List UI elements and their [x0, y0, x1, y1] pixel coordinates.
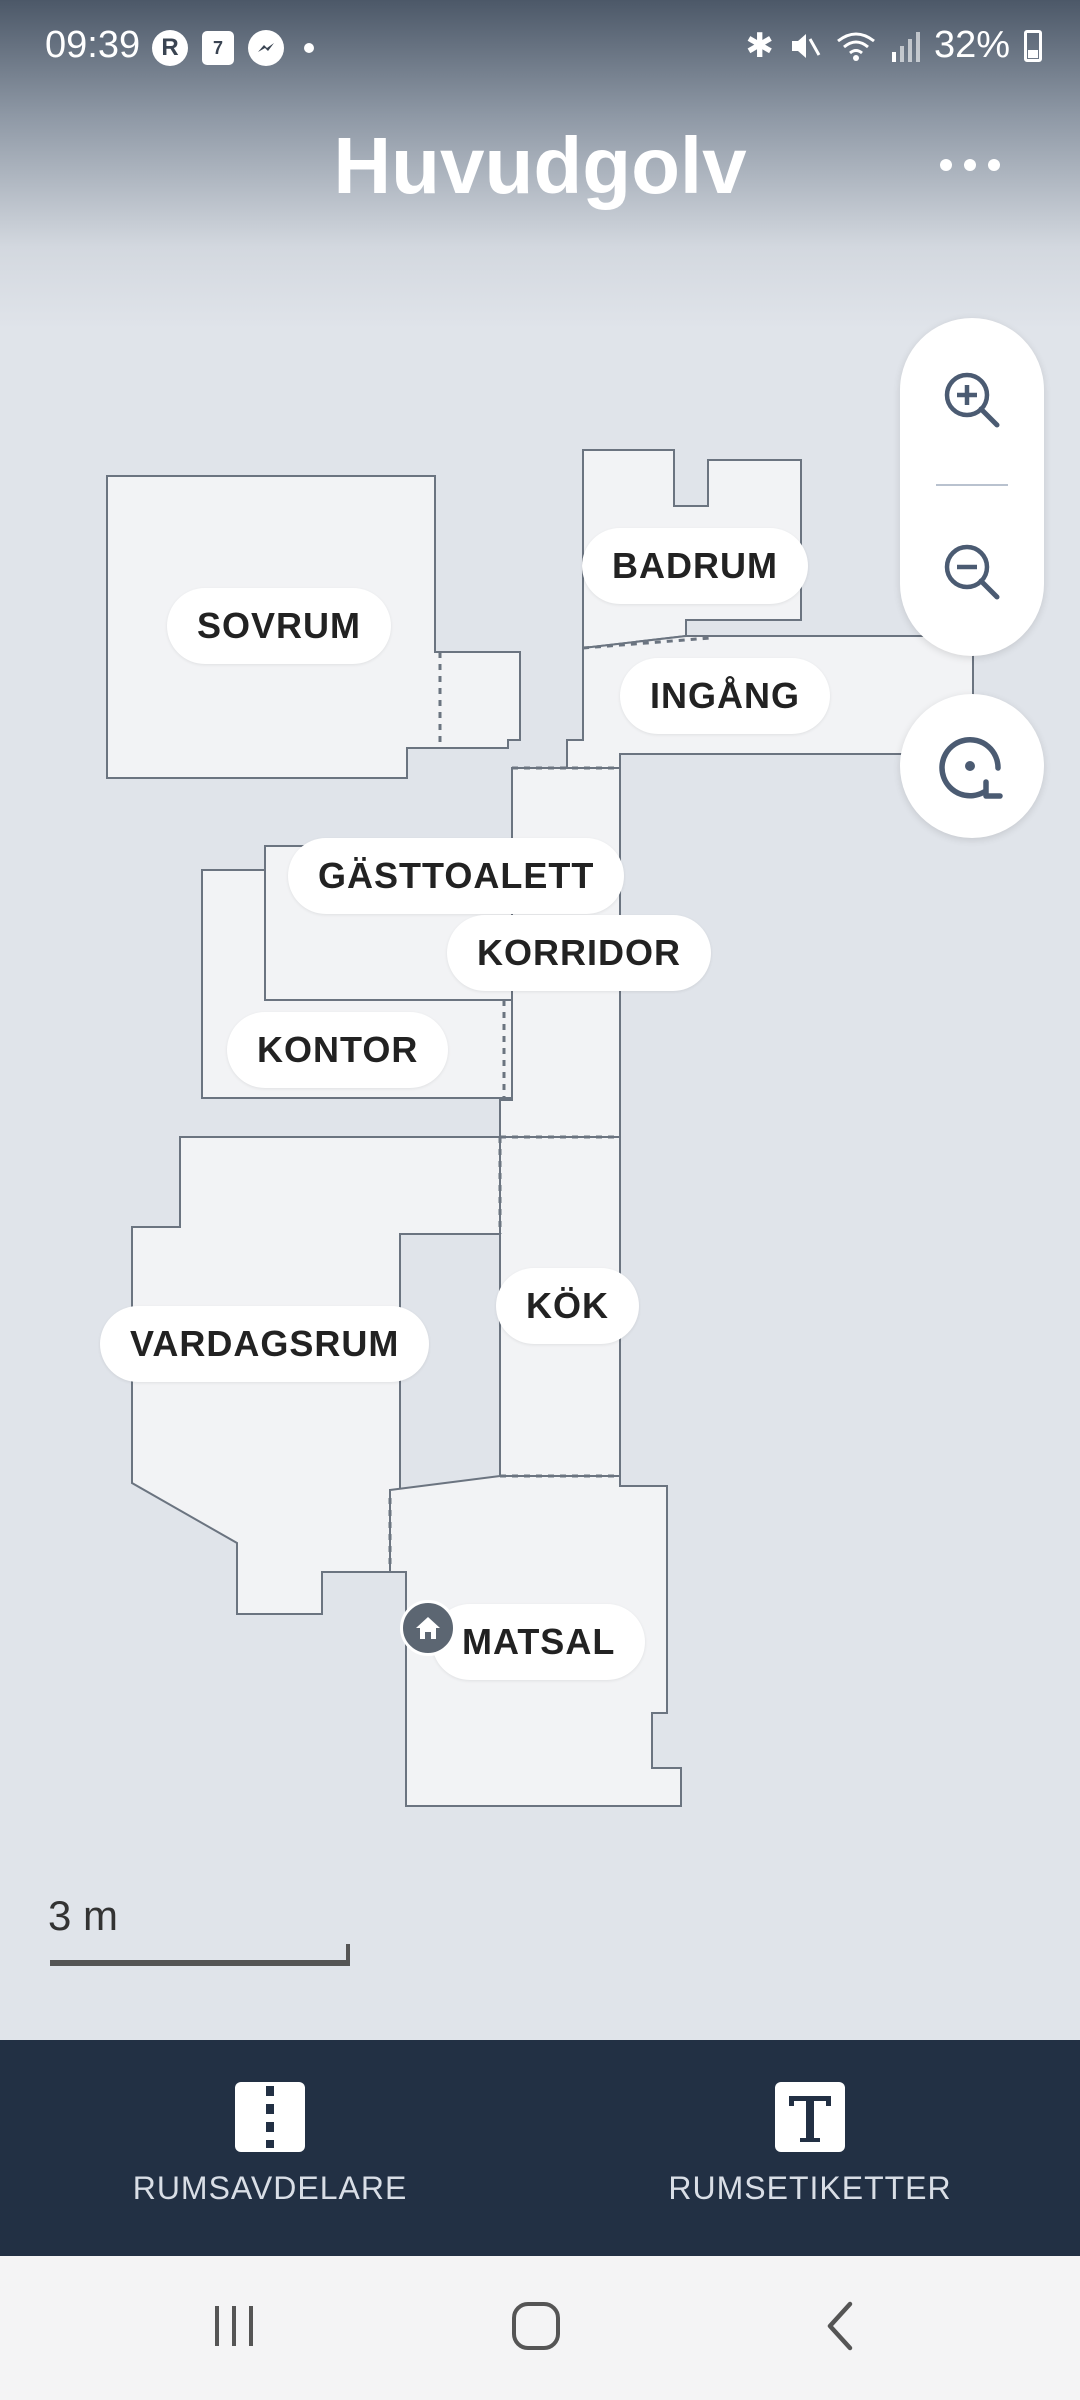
room-divider-icon: [235, 2082, 305, 2152]
scale-bar: [50, 1960, 350, 1966]
zoom-out-icon[interactable]: [922, 522, 1022, 622]
bottom-toolbar: RUMSAVDELARE RUMSETIKETTER: [0, 2040, 1080, 2256]
room-labels-button[interactable]: RUMSETIKETTER: [620, 2082, 1000, 2207]
recenter-icon[interactable]: [900, 694, 1044, 838]
zoom-separator: [936, 484, 1008, 486]
room-label-vardagsrum[interactable]: VARDAGSRUM: [100, 1306, 430, 1382]
room-divider-button[interactable]: RUMSAVDELARE: [80, 2082, 460, 2207]
room-label-korridor[interactable]: KORRIDOR: [447, 915, 711, 991]
room-label-matsal[interactable]: MATSAL: [432, 1604, 646, 1680]
scale-label: 3 m: [48, 1892, 119, 1939]
system-nav-bar: [0, 2256, 1080, 2400]
room-labels-label: RUMSETIKETTER: [668, 2170, 952, 2206]
home-button-icon[interactable]: [496, 2296, 576, 2356]
back-icon[interactable]: [800, 2296, 880, 2356]
zoom-in-icon[interactable]: [922, 350, 1022, 450]
scale-tick: [346, 1944, 350, 1966]
room-label-kontor[interactable]: KONTOR: [227, 1012, 449, 1088]
room-label-badrum[interactable]: BADRUM: [582, 528, 808, 604]
recent-apps-icon[interactable]: [194, 2296, 274, 2356]
home-icon[interactable]: [400, 1600, 456, 1656]
zoom-controls: [900, 318, 1044, 656]
room-label-icon: [775, 2082, 845, 2152]
room-label-kok[interactable]: KÖK: [496, 1268, 639, 1344]
room-label-ingang[interactable]: INGÅNG: [620, 658, 830, 734]
room-label-gasttoalett[interactable]: GÄSTTOALETT: [288, 838, 625, 914]
room-label-sovrum[interactable]: SOVRUM: [167, 588, 392, 664]
room-divider-label: RUMSAVDELARE: [132, 2170, 408, 2206]
